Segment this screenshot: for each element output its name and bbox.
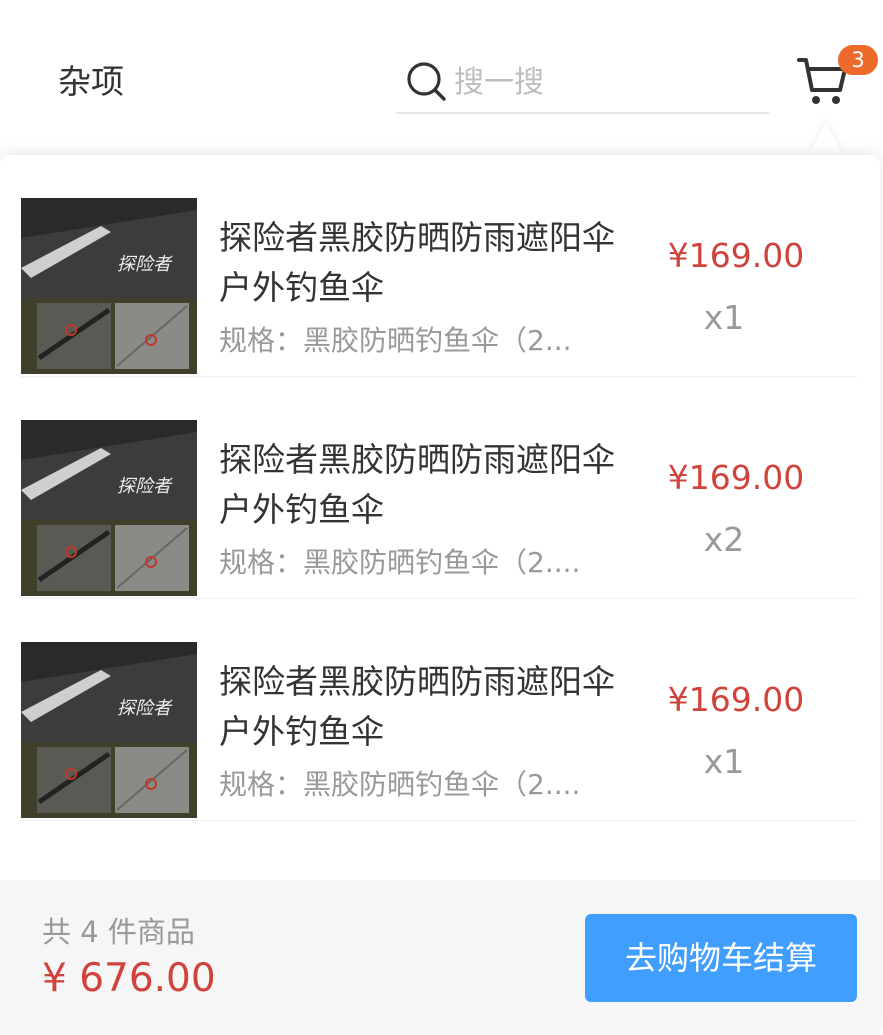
image-brand-text: 探险者 [117, 476, 173, 497]
product-image[interactable]: 探险者 [21, 420, 197, 596]
item-count-text: 共 4 件商品 [42, 915, 195, 949]
cart-count-badge: 3 [838, 45, 878, 75]
product-title[interactable]: 探险者黑胶防晒防雨遮阳伞户外钓鱼伞 [219, 435, 619, 535]
product-quantity: x2 [703, 520, 745, 559]
search-icon[interactable] [406, 61, 448, 103]
product-price: ¥169.00 [667, 458, 805, 497]
product-image[interactable]: 探险者 [21, 198, 197, 374]
cart-popup-footer: 共 4 件商品 ¥ 676.00 去购物车结算 [0, 880, 880, 1035]
popup-arrow [808, 122, 844, 156]
product-price: ¥169.00 [667, 236, 805, 275]
category-label[interactable]: 杂项 [58, 62, 124, 102]
cart-preview-page: 杂项 3 [0, 0, 883, 1035]
product-title[interactable]: 探险者黑胶防晒防雨遮阳伞户外钓鱼伞 [219, 657, 619, 757]
header: 杂项 3 [0, 0, 883, 150]
search-input[interactable] [454, 62, 754, 102]
product-image[interactable]: 探险者 [21, 642, 197, 818]
product-title[interactable]: 探险者黑胶防晒防雨遮阳伞户外钓鱼伞 [219, 213, 619, 313]
product-price: ¥169.00 [667, 680, 805, 719]
cart-item[interactable]: 探险者 探险者黑胶防晒防雨遮阳伞户外钓鱼伞 规格：黑胶防晒钓鱼伞（2... ¥1… [21, 155, 857, 377]
image-brand-text: 探险者 [117, 254, 173, 275]
product-spec: 规格：黑胶防晒钓鱼伞（2.... [219, 768, 581, 801]
product-spec: 规格：黑胶防晒钓鱼伞（2.... [219, 546, 581, 579]
cart-popup: 探险者 探险者黑胶防晒防雨遮阳伞户外钓鱼伞 规格：黑胶防晒钓鱼伞（2... ¥1… [0, 155, 880, 1035]
search-bar[interactable] [396, 56, 769, 114]
checkout-button[interactable]: 去购物车结算 [585, 914, 857, 1002]
cart-item[interactable]: 探险者 探险者黑胶防晒防雨遮阳伞户外钓鱼伞 规格：黑胶防晒钓鱼伞（2.... ¥… [21, 599, 857, 821]
total-price: ¥ 676.00 [42, 956, 216, 1001]
cart-item[interactable]: 探险者 探险者黑胶防晒防雨遮阳伞户外钓鱼伞 规格：黑胶防晒钓鱼伞（2.... ¥… [21, 377, 857, 599]
product-quantity: x1 [703, 298, 745, 337]
product-quantity: x1 [703, 742, 745, 781]
image-brand-text: 探险者 [117, 698, 173, 719]
product-spec: 规格：黑胶防晒钓鱼伞（2... [219, 324, 572, 357]
